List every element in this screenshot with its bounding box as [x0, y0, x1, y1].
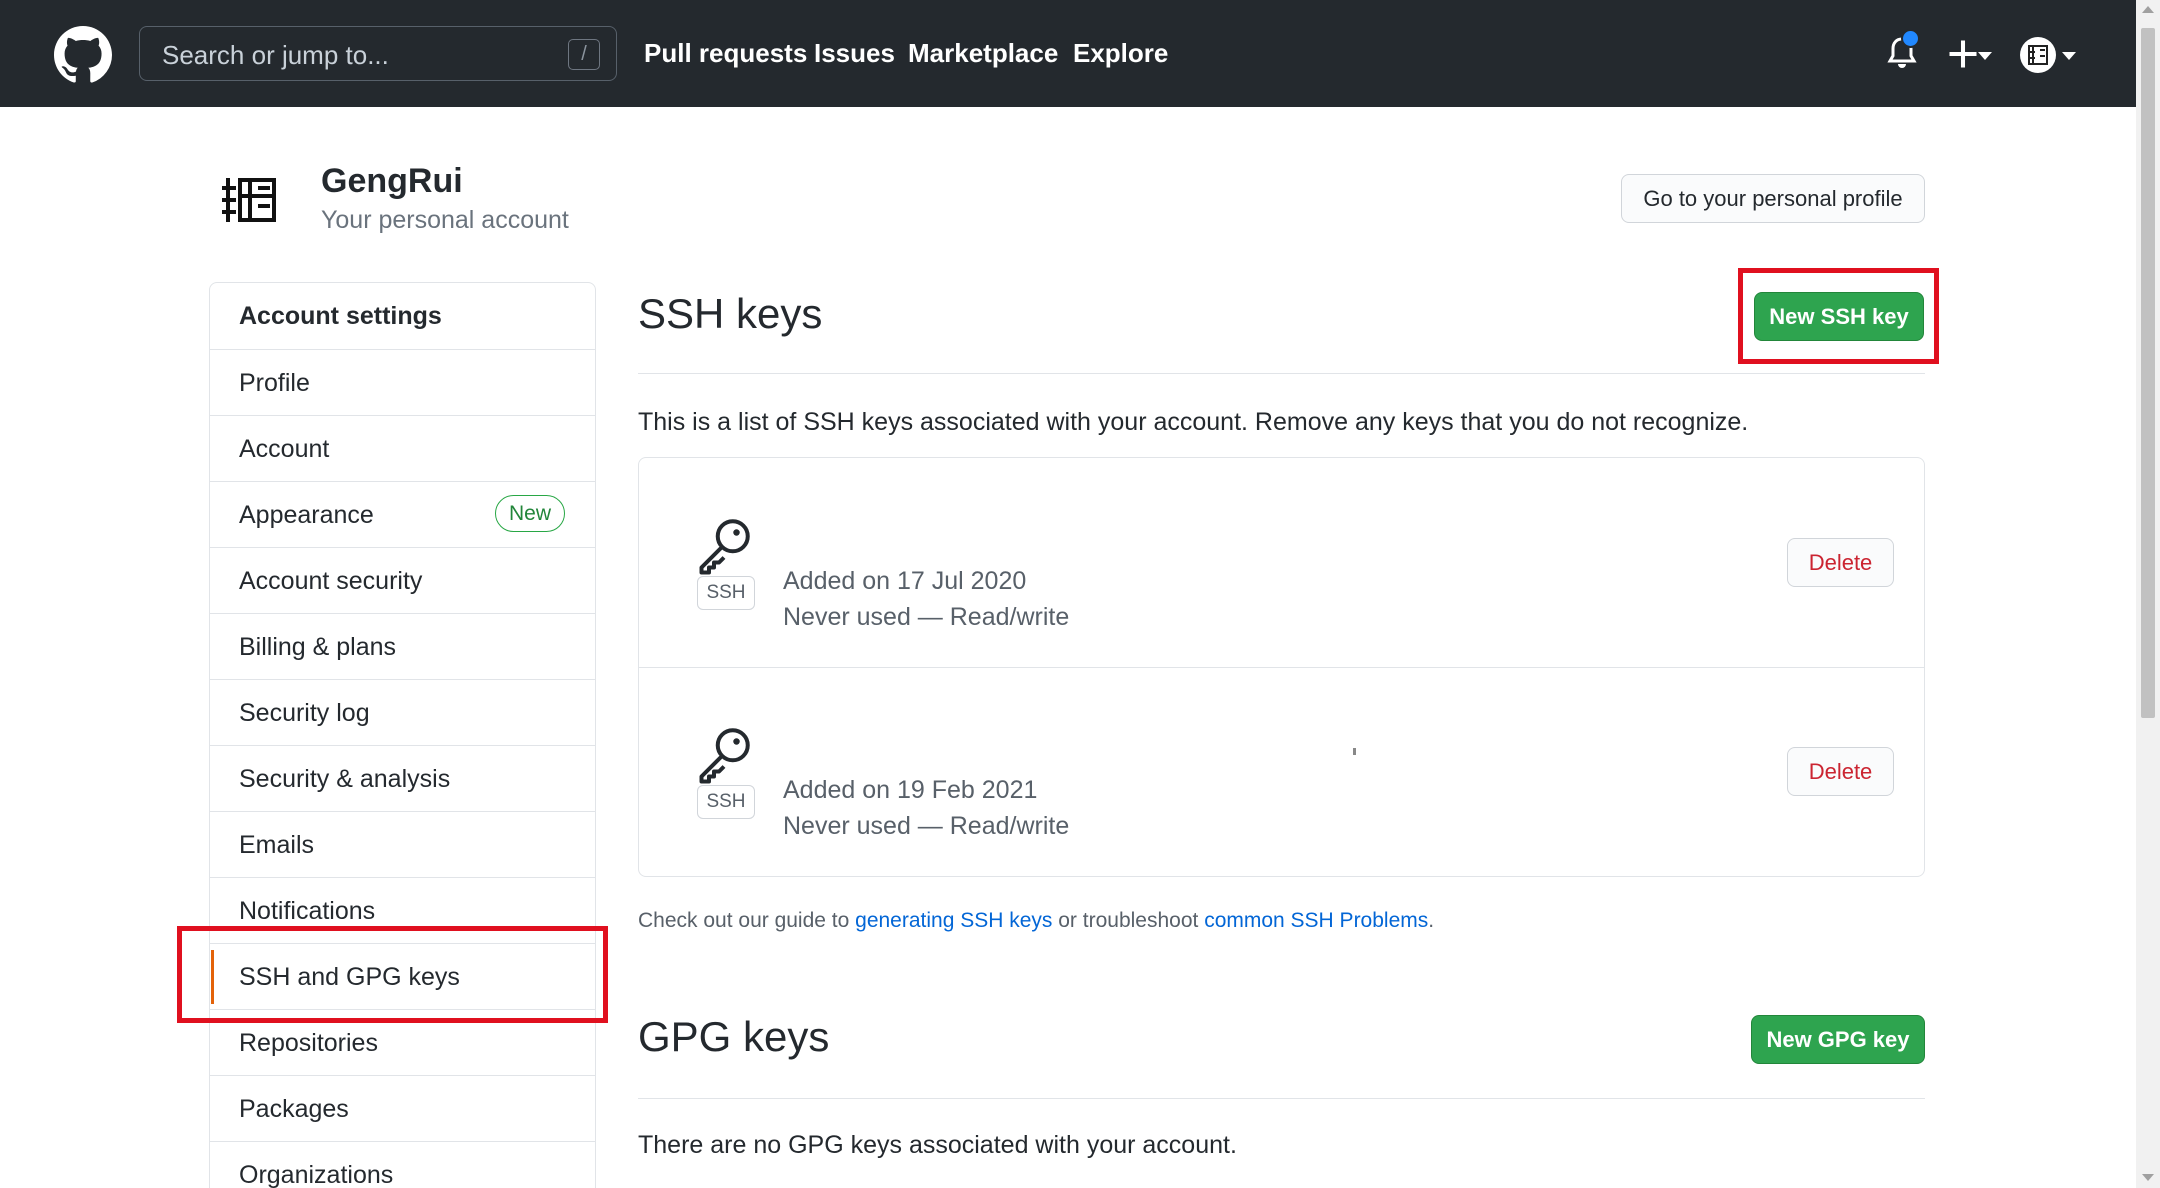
search-placeholder: Search or jump to...	[162, 40, 389, 70]
ssh-keys-list: SSH Added on 17 Jul 2020 Never used — Re…	[638, 457, 1925, 877]
new-gpg-key-button[interactable]: New GPG key	[1751, 1015, 1925, 1064]
user-avatar[interactable]	[220, 168, 284, 232]
sidebar-item-billing[interactable]: Billing & plans	[210, 613, 595, 679]
avatar-caret-icon[interactable]	[2062, 52, 2076, 60]
github-logo-icon[interactable]	[54, 26, 112, 84]
key-added-date: Added on 17 Jul 2020	[783, 567, 1027, 595]
generating-ssh-keys-link[interactable]: generating SSH keys	[855, 909, 1052, 932]
ssh-key-row: SSH Added on 17 Jul 2020 Never used — Re…	[639, 458, 1924, 667]
key-added-date: Added on 19 Feb 2021	[783, 776, 1038, 804]
search-shortcut-key: /	[568, 39, 600, 70]
sidebar-item-emails[interactable]: Emails	[210, 811, 595, 877]
user-avatar-menu[interactable]	[2020, 37, 2056, 73]
plus-icon[interactable]	[1945, 36, 1981, 72]
nav-pull-requests[interactable]: Pull requests	[644, 38, 807, 69]
notification-dot	[1901, 29, 1920, 48]
ssh-divider	[638, 373, 1925, 374]
key-icon	[699, 519, 750, 575]
delete-key-button[interactable]: Delete	[1787, 538, 1894, 587]
delete-key-button[interactable]: Delete	[1787, 747, 1894, 796]
sidebar-item-security-log[interactable]: Security log	[210, 679, 595, 745]
new-badge: New	[495, 495, 565, 532]
stray-mark	[1353, 748, 1356, 755]
sidebar-item-organizations[interactable]: Organizations	[210, 1141, 595, 1188]
key-icon	[699, 728, 750, 784]
ssh-guide-text: Check out our guide to generating SSH ke…	[638, 909, 1434, 933]
page-scrollbar[interactable]	[2136, 0, 2160, 1188]
sidebar-item-appearance[interactable]: Appearance New	[210, 481, 595, 547]
nav-explore[interactable]: Explore	[1073, 38, 1168, 69]
search-input[interactable]: Search or jump to... /	[139, 26, 617, 81]
nav-marketplace[interactable]: Marketplace	[908, 38, 1058, 69]
sidebar-item-label: Appearance	[239, 501, 374, 529]
guide-middle: or troubleshoot	[1052, 909, 1205, 932]
highlight-new-ssh-key	[1738, 268, 1939, 364]
settings-sidebar: Account settings Profile Account Appeara…	[209, 282, 596, 1188]
avatar-glyph-icon	[2028, 45, 2048, 65]
scroll-thumb[interactable]	[2141, 28, 2155, 718]
ssh-key-row: SSH Added on 19 Feb 2021 Never used — Re…	[639, 667, 1924, 876]
sidebar-item-profile[interactable]: Profile	[210, 349, 595, 415]
gpg-description: There are no GPG keys associated with yo…	[638, 1131, 1237, 1159]
ssh-keys-title: SSH keys	[638, 290, 823, 337]
scroll-down-arrow-icon[interactable]	[2142, 1174, 2154, 1181]
sidebar-item-security-analysis[interactable]: Security & analysis	[210, 745, 595, 811]
sidebar-heading: Account settings	[239, 302, 442, 330]
scroll-up-arrow-icon[interactable]	[2142, 6, 2154, 13]
key-usage: Never used — Read/write	[783, 603, 1070, 631]
account-name: GengRui	[321, 162, 463, 200]
ssh-type-label: SSH	[697, 576, 755, 610]
sidebar-item-account-security[interactable]: Account security	[210, 547, 595, 613]
key-usage: Never used — Read/write	[783, 812, 1070, 840]
guide-suffix: .	[1428, 909, 1435, 932]
gpg-divider	[638, 1098, 1925, 1099]
nav-issues[interactable]: Issues	[814, 38, 895, 69]
create-caret-icon[interactable]	[1978, 52, 1992, 60]
sidebar-item-packages[interactable]: Packages	[210, 1075, 595, 1141]
go-to-profile-button[interactable]: Go to your personal profile	[1621, 174, 1925, 223]
common-ssh-problems-link[interactable]: common SSH Problems	[1204, 909, 1428, 932]
account-subtitle: Your personal account	[321, 206, 569, 234]
highlight-ssh-gpg-menu	[177, 926, 608, 1023]
top-header: Search or jump to... / Pull requests Iss…	[0, 0, 2136, 107]
ssh-type-label: SSH	[697, 785, 755, 819]
gpg-keys-title: GPG keys	[638, 1013, 830, 1060]
ssh-description: This is a list of SSH keys associated wi…	[638, 408, 1749, 436]
sidebar-item-account[interactable]: Account	[210, 415, 595, 481]
guide-prefix: Check out our guide to	[638, 909, 856, 932]
